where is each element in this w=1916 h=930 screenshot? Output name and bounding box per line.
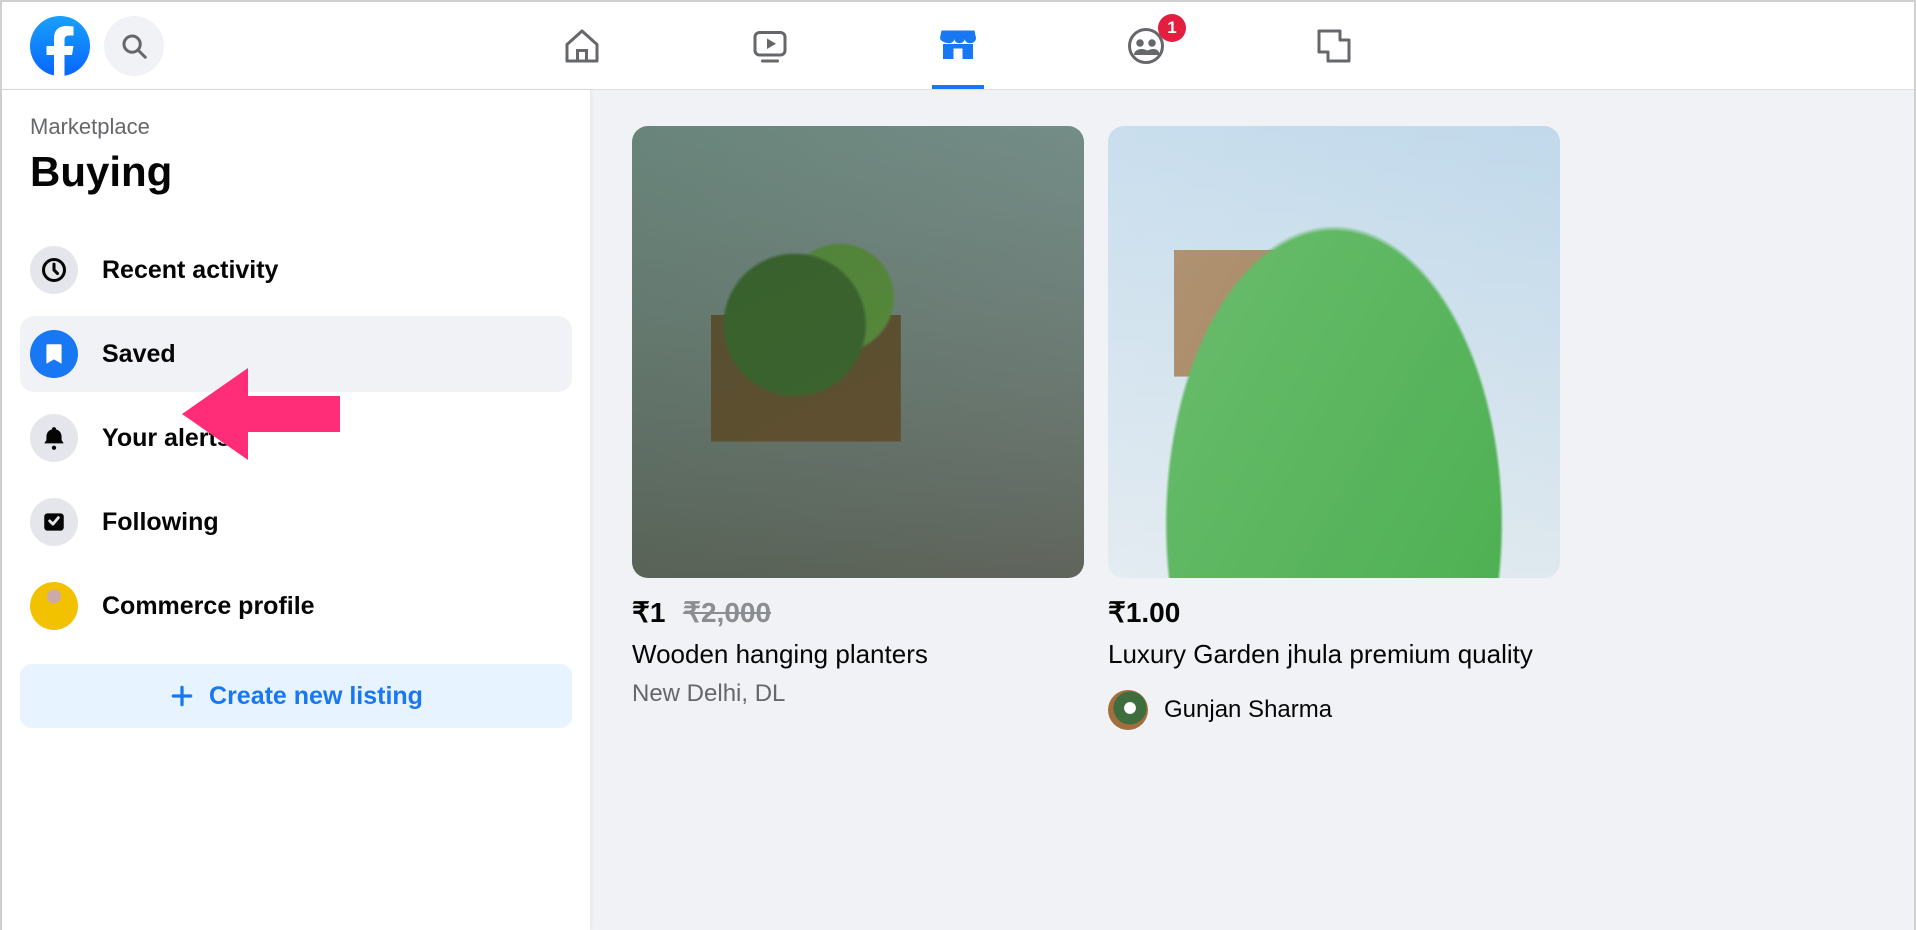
plus-icon	[169, 683, 195, 709]
home-icon	[561, 25, 603, 67]
page-title: Buying	[20, 148, 572, 196]
clock-icon	[30, 246, 78, 294]
nav-groups[interactable]: 1	[1120, 2, 1172, 89]
seller-row[interactable]: Gunjan Sharma	[1108, 690, 1560, 730]
sidebar-item-label: Following	[102, 508, 219, 537]
sidebar-item-following[interactable]: Following	[20, 484, 572, 560]
listing-card[interactable]: ₹1 ₹2,000 Wooden hanging planters New De…	[632, 126, 1084, 894]
bell-icon	[30, 414, 78, 462]
listing-photo	[1108, 126, 1560, 578]
bookmark-icon	[30, 330, 78, 378]
listing-title: Luxury Garden jhula premium quality	[1108, 639, 1560, 670]
listing-card[interactable]: ₹1.00 Luxury Garden jhula premium qualit…	[1108, 126, 1560, 894]
nav-watch[interactable]	[744, 2, 796, 89]
nav-marketplace[interactable]	[932, 2, 984, 89]
sidebar-item-label: Your alerts	[102, 424, 231, 453]
create-new-listing-label: Create new listing	[209, 682, 423, 711]
marketplace-icon	[937, 23, 979, 65]
search-icon	[119, 31, 149, 61]
sidebar-item-label: Recent activity	[102, 256, 278, 285]
content: Marketplace Buying Recent activity Saved…	[2, 90, 1914, 930]
search-button[interactable]	[104, 16, 164, 76]
listing-location: New Delhi, DL	[632, 680, 1084, 708]
listing-price: ₹1	[632, 597, 665, 628]
create-new-listing-button[interactable]: Create new listing	[20, 664, 572, 728]
listing-original-price: ₹2,000	[683, 597, 771, 628]
sidebar-item-label: Commerce profile	[102, 592, 315, 621]
listing-title: Wooden hanging planters	[632, 639, 1084, 670]
listings-area: ₹1 ₹2,000 Wooden hanging planters New De…	[590, 90, 1914, 930]
listing-price-row: ₹1 ₹2,000	[632, 596, 1084, 629]
top-navbar: 1	[2, 2, 1914, 90]
breadcrumb[interactable]: Marketplace	[20, 114, 572, 140]
sidebar-item-your-alerts[interactable]: Your alerts	[20, 400, 572, 476]
gaming-icon	[1313, 25, 1355, 67]
center-nav: 1	[556, 2, 1360, 89]
listing-photo	[632, 126, 1084, 578]
listing-price-row: ₹1.00	[1108, 596, 1560, 629]
avatar	[30, 582, 78, 630]
watch-icon	[749, 25, 791, 67]
following-icon	[30, 498, 78, 546]
sidebar-item-recent-activity[interactable]: Recent activity	[20, 232, 572, 308]
facebook-f-icon	[30, 16, 90, 76]
seller-avatar	[1108, 690, 1148, 730]
sidebar-item-saved[interactable]: Saved	[20, 316, 572, 392]
facebook-logo[interactable]	[30, 16, 90, 76]
seller-name: Gunjan Sharma	[1164, 696, 1332, 724]
listing-price: ₹1.00	[1108, 597, 1180, 628]
nav-home[interactable]	[556, 2, 608, 89]
sidebar-item-commerce-profile[interactable]: Commerce profile	[20, 568, 572, 644]
sidebar: Marketplace Buying Recent activity Saved…	[2, 90, 590, 930]
nav-gaming[interactable]	[1308, 2, 1360, 89]
groups-badge: 1	[1158, 14, 1186, 42]
sidebar-item-label: Saved	[102, 340, 176, 369]
